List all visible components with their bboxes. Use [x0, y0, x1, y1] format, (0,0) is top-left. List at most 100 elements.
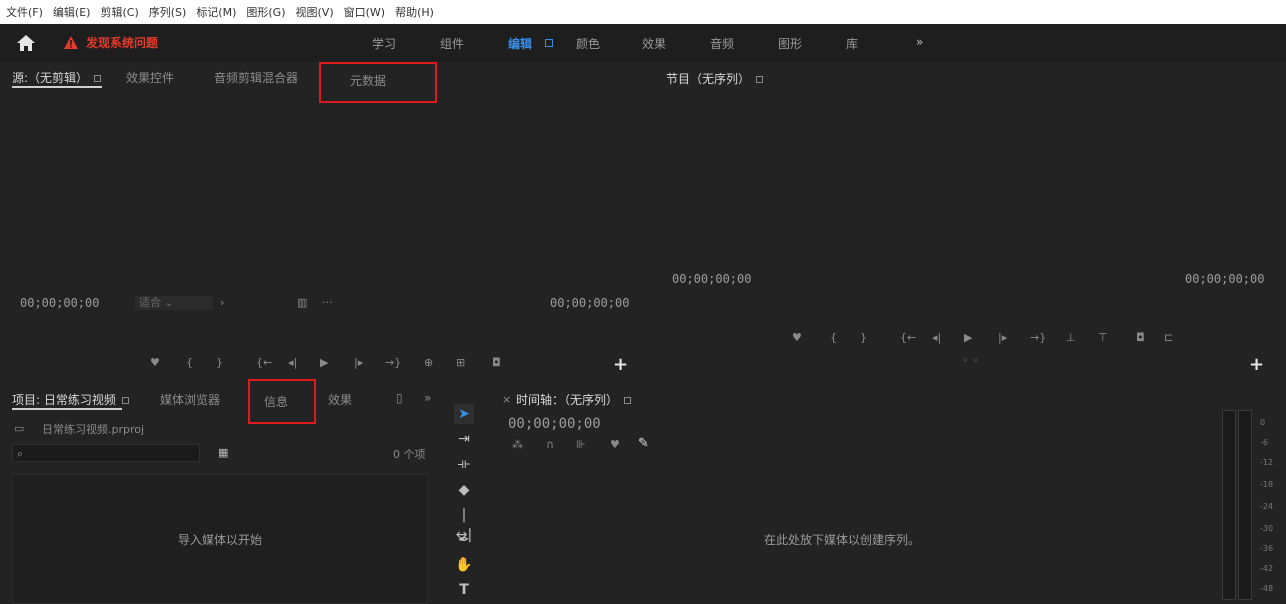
system-warning[interactable]: 发现系统问题: [64, 34, 158, 51]
fit-dropdown[interactable]: 适合 ⌄: [135, 296, 213, 310]
menu-bar: 文件(F) 编辑(E) 剪辑(C) 序列(S) 标记(M) 图形(G) 视图(V…: [0, 0, 1286, 24]
tab-editing[interactable]: 编辑: [508, 35, 532, 52]
ripple-edit-icon[interactable]: ⟛: [454, 454, 474, 474]
menu-edit[interactable]: 编辑(E): [53, 4, 91, 20]
project-file-icon: ▭: [14, 422, 25, 435]
panel-menu-icon[interactable]: [94, 75, 102, 82]
add-button-icon[interactable]: +: [1249, 354, 1264, 375]
workspace-more-icon[interactable]: »: [916, 35, 923, 49]
mark-out-icon[interactable]: }: [216, 356, 223, 369]
new-bin-icon[interactable]: ▦: [218, 446, 228, 459]
search-input[interactable]: ⌕: [12, 444, 200, 462]
tab-audio-clip-mixer[interactable]: 音频剪辑混合器: [214, 69, 298, 86]
tab-color[interactable]: 颜色: [576, 35, 600, 52]
menu-sequence[interactable]: 序列(S): [149, 4, 187, 20]
mark-in-icon[interactable]: {: [186, 356, 193, 369]
menu-view[interactable]: 视图(V): [296, 4, 334, 20]
timeline-timecode[interactable]: 00;00;00;00: [508, 416, 601, 432]
step-forward-icon[interactable]: |▸: [354, 356, 363, 369]
wrench-icon[interactable]: ✎: [638, 436, 649, 451]
menu-markers[interactable]: 标记(M): [196, 4, 236, 20]
camera-icon[interactable]: ◘: [1136, 331, 1145, 344]
program-timecode-current[interactable]: 00;00;00;00: [672, 272, 751, 286]
panel-menu-icon[interactable]: [121, 397, 129, 404]
track-select-icon[interactable]: ⇥: [454, 429, 474, 449]
audio-meter-panel: 0 -6 -12 -18 -24 -30 -36 -42 -48: [1208, 384, 1286, 604]
snap-icon[interactable]: ∩: [546, 438, 554, 451]
meter-label: -42: [1260, 564, 1274, 573]
menu-graphics[interactable]: 图形(G): [246, 4, 285, 20]
program-timecode-duration: 00;00;00;00: [1185, 272, 1265, 286]
close-panel-icon[interactable]: ×: [502, 393, 511, 406]
tab-assembly[interactable]: 组件: [440, 35, 464, 52]
pen-icon[interactable]: ✒: [454, 530, 474, 550]
tab-project[interactable]: 项目: 日常练习视频: [12, 391, 129, 408]
tab-overflow-icon[interactable]: ▯: [396, 391, 403, 405]
panel-menu-icon[interactable]: [756, 76, 764, 83]
selection-tool-icon[interactable]: ➤: [454, 404, 474, 424]
step-back-icon[interactable]: ◂|: [288, 356, 297, 369]
add-marker-icon[interactable]: ♥: [610, 438, 620, 451]
insert-icon[interactable]: ⊕: [424, 356, 433, 369]
panel-more-icon[interactable]: »: [424, 391, 431, 405]
tab-learn[interactable]: 学习: [372, 35, 396, 52]
lift-icon[interactable]: ⊥: [1066, 331, 1076, 344]
add-button-icon[interactable]: +: [613, 354, 628, 375]
tab-libraries[interactable]: 库: [846, 35, 858, 52]
item-count: 0 个项: [393, 448, 426, 461]
source-timecode-current[interactable]: 00;00;00;00: [20, 296, 99, 310]
meter-label: -18: [1260, 480, 1274, 489]
tab-media-browser[interactable]: 媒体浏览器: [160, 391, 220, 408]
slip-icon[interactable]: |↔|: [454, 505, 474, 543]
search-icon: ⌕: [17, 447, 24, 460]
linked-selection-icon[interactable]: ⊪: [576, 438, 586, 451]
play-icon[interactable]: ▶: [320, 356, 328, 369]
media-drop-zone[interactable]: 导入媒体以开始: [12, 474, 428, 604]
add-marker-icon[interactable]: ♥: [792, 331, 802, 344]
program-monitor-panel: 节目（无序列） 00;00;00;00 00;00;00;00 ♥ { } {←…: [652, 62, 1286, 382]
highlight-box-info: [248, 379, 316, 424]
more-icon[interactable]: ···: [322, 296, 333, 309]
comparison-view-icon[interactable]: ⊏: [1164, 331, 1173, 344]
meter-label: -48: [1260, 584, 1274, 593]
hand-icon[interactable]: ✋: [454, 555, 474, 575]
home-icon[interactable]: [16, 34, 36, 52]
meter-label: -30: [1260, 524, 1274, 533]
menu-window[interactable]: 窗口(W): [344, 4, 385, 20]
settings-icon[interactable]: ▥: [297, 296, 307, 309]
tab-effect-controls[interactable]: 效果控件: [126, 69, 174, 86]
tab-source[interactable]: 源:（无剪辑）: [12, 69, 102, 86]
tab-effects[interactable]: 效果: [642, 35, 666, 52]
highlight-box-metadata: [319, 62, 437, 103]
chevron-right-icon[interactable]: ›: [220, 296, 224, 309]
tab-timeline[interactable]: 时间轴：（无序列）: [516, 391, 632, 408]
menu-clip[interactable]: 剪辑(C): [100, 4, 138, 20]
go-to-out-icon[interactable]: →}: [1030, 331, 1046, 344]
step-forward-icon[interactable]: |▸: [998, 331, 1007, 344]
type-icon[interactable]: T: [454, 580, 474, 600]
meter-label: -6: [1260, 438, 1268, 447]
vr-toggle-icon[interactable]: ◦ ◦: [962, 354, 978, 367]
play-icon[interactable]: ▶: [964, 331, 972, 344]
step-back-icon[interactable]: ◂|: [932, 331, 941, 344]
go-to-in-icon[interactable]: {←: [256, 356, 272, 369]
mark-in-icon[interactable]: {: [830, 331, 837, 344]
tab-graphics[interactable]: 图形: [778, 35, 802, 52]
add-marker-icon[interactable]: ♥: [150, 356, 160, 369]
tab-audio[interactable]: 音频: [710, 35, 734, 52]
panel-menu-icon[interactable]: [624, 397, 632, 404]
go-to-out-icon[interactable]: →}: [385, 356, 401, 369]
overwrite-icon[interactable]: ⊞: [456, 356, 465, 369]
camera-icon[interactable]: ◘: [492, 356, 501, 369]
nest-icon[interactable]: ⁂: [512, 438, 523, 451]
extract-icon[interactable]: ⊤: [1098, 331, 1108, 344]
project-panel: 项目: 日常练习视频 媒体浏览器 信息 效果 ▯ » ▭ 日常练习视频.prpr…: [0, 379, 440, 604]
tab-effects[interactable]: 效果: [328, 391, 352, 408]
razor-icon[interactable]: ◆: [454, 480, 474, 500]
menu-help[interactable]: 帮助(H): [395, 4, 434, 20]
mark-out-icon[interactable]: }: [860, 331, 867, 344]
go-to-in-icon[interactable]: {←: [900, 331, 916, 344]
tab-program[interactable]: 节目（无序列）: [666, 70, 764, 87]
workspace-menu-icon[interactable]: [545, 39, 553, 47]
menu-file[interactable]: 文件(F): [6, 4, 43, 20]
